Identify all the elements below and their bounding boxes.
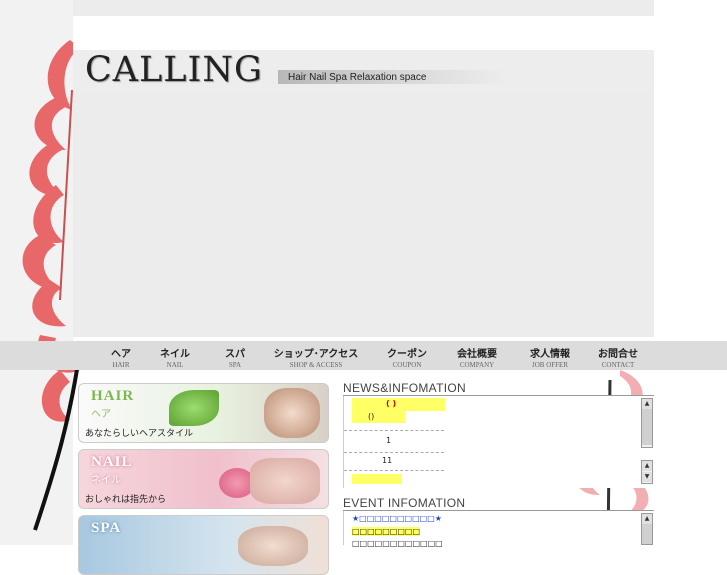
event-heading: EVENT INFOMATION (343, 496, 654, 511)
nail-hand-photo (250, 458, 320, 504)
news-line-1: ( ) (386, 399, 397, 408)
nav-coupon[interactable]: クーポン COUPON (384, 345, 430, 369)
nav-company[interactable]: 会社概要 COMPANY (454, 345, 500, 369)
news-box: ( ) () 1 11 ▲ ▲ ▼ (343, 396, 655, 488)
nav-spa[interactable]: スパ SPA (222, 345, 248, 369)
model-photo (264, 388, 320, 438)
event-scrollbar[interactable]: ▲ (641, 513, 653, 545)
news-divider-1 (344, 430, 444, 431)
news-divider-3 (344, 470, 444, 471)
site-header: CALLING Hair Nail Spa Relaxation space (73, 50, 654, 92)
news-line-2: () (368, 412, 375, 421)
scroll-up-icon[interactable]: ▲ (642, 461, 652, 471)
scroll-down-icon[interactable]: ▼ (642, 472, 652, 482)
global-nav: ヘア HAIR ネイル NAIL スパ SPA ショップ･アクセス SHOP &… (0, 341, 727, 370)
nav-nail[interactable]: ネイル NAIL (157, 345, 193, 369)
nav-hair[interactable]: ヘア HAIR (110, 345, 132, 369)
hair-banner[interactable]: HAIR ヘア あなたらしいヘアスタイル (78, 383, 329, 443)
spa-banner[interactable]: SPA (78, 515, 329, 575)
nail-banner-title: NAIL (91, 454, 133, 470)
news-line-3: 1 (386, 436, 392, 445)
event-line-1: ★□□□□□□□□□□★ (352, 514, 442, 523)
news-divider-2 (344, 452, 444, 453)
news-highlight-1 (352, 398, 445, 411)
news-heading: NEWS&INFOMATION (343, 381, 654, 396)
hair-banner-desc: あなたらしいヘアスタイル (85, 429, 194, 439)
event-box: ★□□□□□□□□□□★ □□□□□□□□□ □□□□□□□□□□□□ ▲ (343, 511, 655, 548)
hair-banner-title: HAIR (91, 388, 135, 404)
news-highlight-2 (352, 411, 405, 423)
news-scrollbar[interactable]: ▲ (641, 398, 653, 448)
site-logo[interactable]: CALLING (85, 50, 263, 90)
main-visual-area (73, 92, 654, 337)
nav-shop-access[interactable]: ショップ･アクセス SHOP & ACCESS (272, 345, 360, 369)
nav-job-offer[interactable]: 求人情報 JOB OFFER (526, 345, 574, 369)
scroll-thumb[interactable] (642, 524, 652, 544)
nail-banner-sub: ネイル (91, 475, 121, 486)
event-line-2: □□□□□□□□□ (352, 527, 421, 536)
nav-contact[interactable]: お問合せ CONTACT (595, 345, 641, 369)
event-line-3: □□□□□□□□□□□□ (352, 539, 443, 548)
spa-photo (238, 526, 308, 566)
site-tagline: Hair Nail Spa Relaxation space (288, 72, 427, 83)
nail-banner-desc: おしゃれは指先から (85, 495, 167, 505)
header-gap (73, 16, 654, 50)
hair-banner-sub: ヘア (91, 409, 111, 420)
scroll-thumb[interactable] (642, 409, 652, 445)
news-highlight-3 (352, 474, 402, 484)
news-scrollbar-lower[interactable]: ▲ ▼ (641, 460, 653, 484)
leaf-image (169, 390, 219, 426)
spa-banner-title: SPA (91, 520, 122, 536)
top-strip (73, 0, 654, 16)
news-line-4: 11 (382, 456, 393, 465)
nail-banner[interactable]: NAIL ネイル おしゃれは指先から (78, 449, 329, 509)
scroll-up-icon[interactable]: ▲ (642, 399, 652, 409)
scroll-up-icon[interactable]: ▲ (642, 514, 652, 524)
